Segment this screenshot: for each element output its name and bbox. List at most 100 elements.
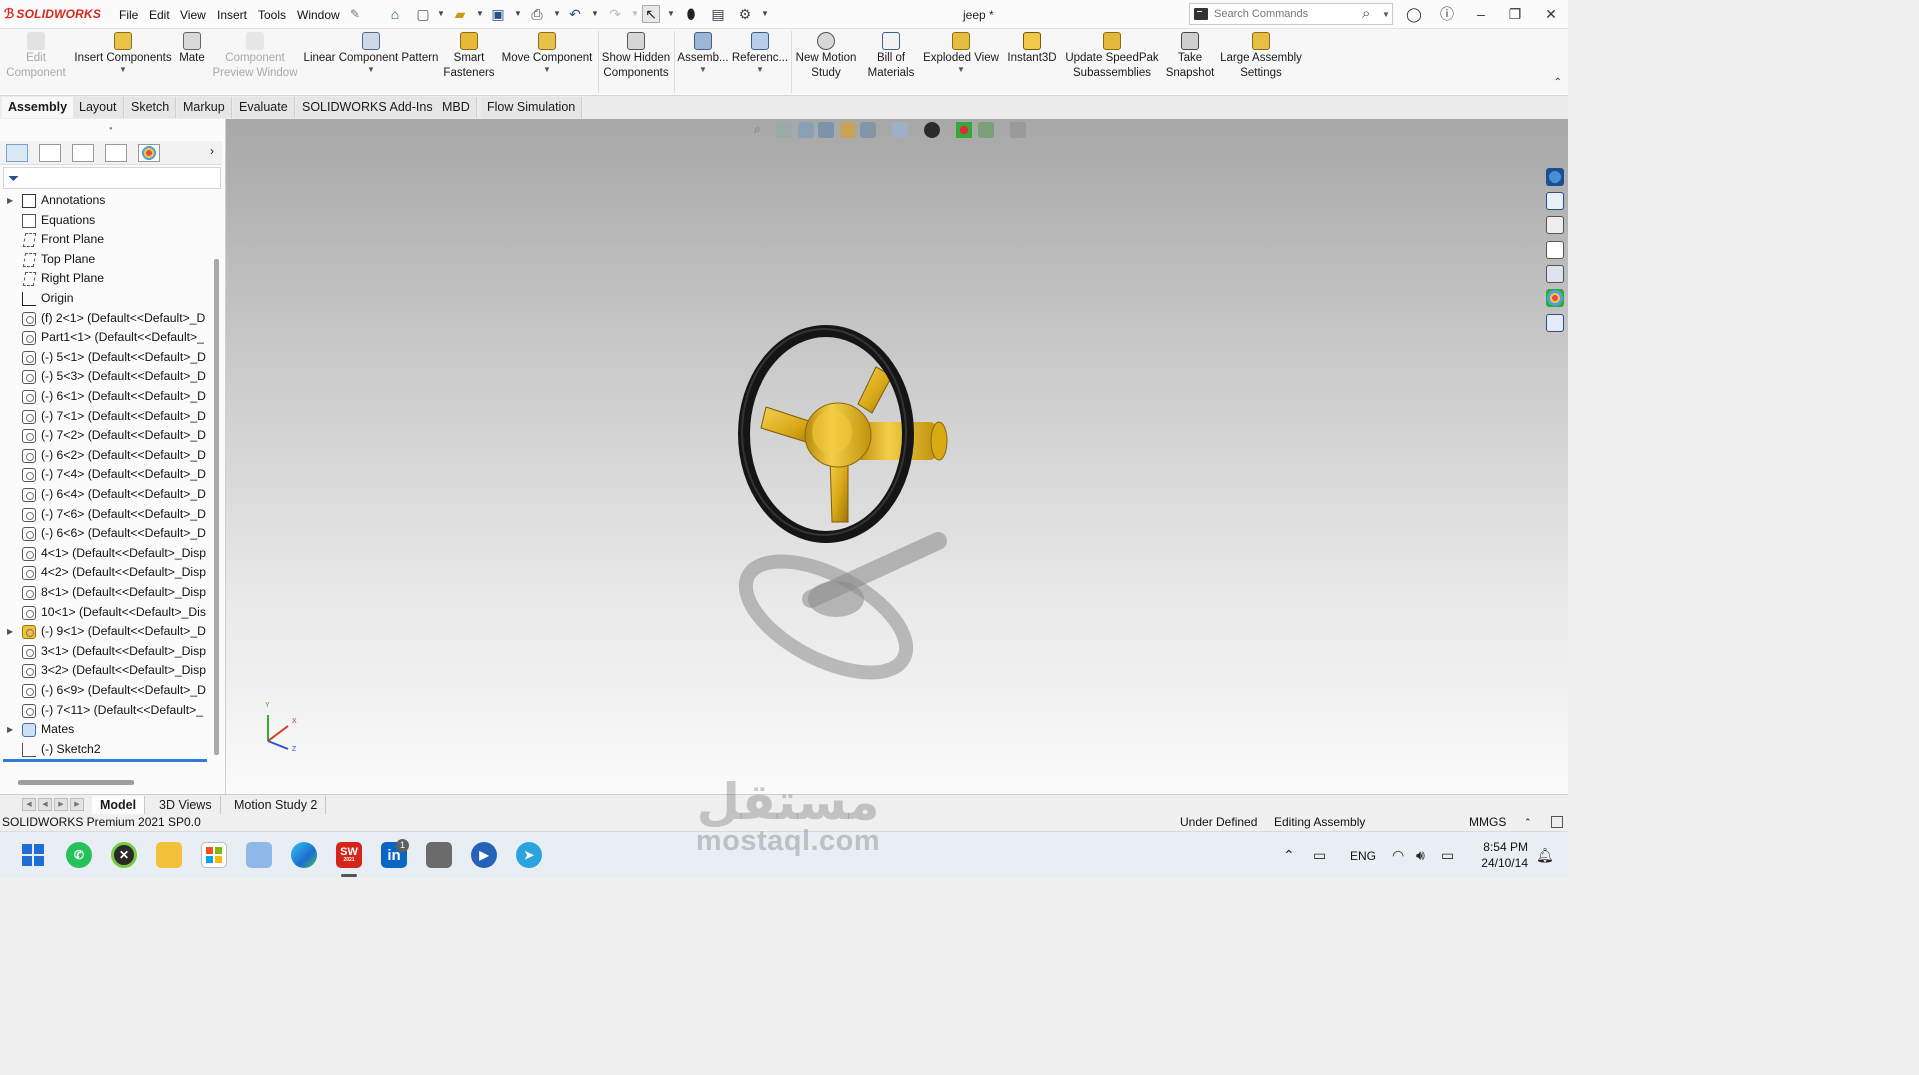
print-caret-icon[interactable]: ▼	[553, 9, 561, 18]
file-properties-icon[interactable]: ▤	[709, 5, 727, 23]
blue-app-icon[interactable]: ▶	[471, 842, 497, 868]
undo-icon[interactable]: ↶	[566, 5, 584, 23]
tree-vertical-scrollbar[interactable]	[214, 259, 219, 755]
redo-caret-icon[interactable]: ▼	[631, 9, 639, 18]
new-document-icon[interactable]: ▢	[414, 5, 432, 23]
tree-item[interactable]: ▶ Mates	[0, 720, 212, 740]
windows-start-icon[interactable]	[20, 842, 46, 868]
tab-motion-study-2[interactable]: Motion Study 2	[226, 796, 327, 814]
appearances-icon[interactable]	[1546, 289, 1564, 307]
undo-caret-icon[interactable]: ▼	[591, 9, 599, 18]
prev-tab-arrow-icon[interactable]: ◀	[38, 798, 52, 811]
tree-item[interactable]: (-) 6<2> (Default<<Default>_D	[0, 446, 212, 466]
tree-item[interactable]: 10<1> (Default<<Default>_Dis	[0, 603, 212, 623]
save-caret-icon[interactable]: ▼	[514, 9, 522, 18]
tree-item[interactable]: 3<2> (Default<<Default>_Disp	[0, 661, 212, 681]
tab-model[interactable]: Model	[92, 796, 146, 814]
notification-bell-icon[interactable]: 🔔︎	[1536, 847, 1554, 864]
home-pane-icon[interactable]	[1546, 192, 1564, 210]
property-manager-tab-icon[interactable]	[39, 144, 61, 162]
tree-item[interactable]: Origin	[0, 289, 212, 309]
expand-arrow-icon[interactable]: ▶	[7, 622, 13, 642]
edit-component-button[interactable]: Edit Component	[4, 32, 68, 81]
reference-geometry-button[interactable]: Referenc... ▼	[731, 32, 789, 74]
tree-item[interactable]: Part1<1> (Default<<Default>_	[0, 328, 212, 348]
whatsapp-icon[interactable]: ✆	[66, 842, 92, 868]
traffic-light-icon[interactable]: ⬮	[682, 5, 700, 23]
tree-item[interactable]: (-) 7<11> (Default<<Default>_	[0, 701, 212, 721]
print-icon[interactable]: ⎙	[528, 5, 546, 23]
select-caret-icon[interactable]: ▼	[667, 9, 675, 18]
feature-manager-tab-icon[interactable]	[6, 144, 28, 162]
menu-view[interactable]: View	[180, 8, 206, 22]
help-icon[interactable]: ⓘ	[1436, 4, 1458, 24]
tab-solidworks-add-ins[interactable]: SOLIDWORKS Add-Ins	[296, 97, 440, 118]
view-palette-icon[interactable]	[1546, 265, 1564, 283]
battery-icon[interactable]: ▭	[1441, 847, 1454, 864]
collapse-ribbon-icon[interactable]: ⌃	[1554, 77, 1562, 88]
tree-item[interactable]: (-) Sketch2	[0, 740, 212, 760]
tree-item[interactable]: (-) 5<3> (Default<<Default>_D	[0, 367, 212, 387]
expand-arrow-icon[interactable]: ▶	[7, 720, 13, 740]
solidworks-logo[interactable]: ℬ SOLIDWORKS	[4, 6, 101, 22]
last-tab-arrow-icon[interactable]: ▶	[70, 798, 84, 811]
tree-item[interactable]: (-) 6<6> (Default<<Default>_D	[0, 524, 212, 544]
wifi-icon[interactable]: ◠	[1392, 847, 1404, 864]
tree-horizontal-scrollbar[interactable]	[18, 780, 134, 785]
tree-item[interactable]: 3<1> (Default<<Default>_Disp	[0, 642, 212, 662]
tree-item[interactable]: (-) 7<6> (Default<<Default>_D	[0, 505, 212, 525]
show-hidden-components-button[interactable]: Show Hidden Components	[600, 32, 672, 81]
tree-item[interactable]: Front Plane	[0, 230, 212, 250]
exploded-view-caret-icon[interactable]: ▼	[922, 66, 1000, 74]
telegram-icon[interactable]: ➤	[516, 842, 542, 868]
tree-item[interactable]: Right Plane	[0, 269, 212, 289]
graphics-area[interactable]: ⌕ Y X Z	[226, 119, 1568, 794]
menu-insert[interactable]: Insert	[217, 8, 247, 22]
open-folder-icon[interactable]: ▰	[451, 5, 469, 23]
menu-edit[interactable]: Edit	[149, 8, 170, 22]
large-assembly-settings-button[interactable]: Large Assembly Settings	[1219, 32, 1303, 81]
photos-icon[interactable]	[246, 842, 272, 868]
search-dropdown-icon[interactable]: ▼	[1382, 10, 1390, 19]
assembly-features-caret-icon[interactable]: ▼	[677, 66, 729, 74]
move-component-caret-icon[interactable]: ▼	[498, 66, 596, 74]
custom-properties-icon[interactable]	[1546, 314, 1564, 332]
insert-components-button[interactable]: Insert Components ▼	[72, 32, 174, 74]
tab-3d-views[interactable]: 3D Views	[151, 796, 221, 814]
tree-item[interactable]: Top Plane	[0, 250, 212, 270]
tree-item[interactable]: (-) 6<4> (Default<<Default>_D	[0, 485, 212, 505]
save-icon[interactable]: ▣	[489, 5, 507, 23]
language-indicator[interactable]: ENG	[1350, 849, 1376, 863]
take-snapshot-button[interactable]: Take Snapshot	[1163, 32, 1217, 81]
display-manager-tab-icon[interactable]	[138, 144, 160, 162]
minimize-button[interactable]: –	[1470, 4, 1492, 24]
new-motion-study-button[interactable]: New Motion Study	[793, 32, 859, 81]
microsoft-store-icon[interactable]	[201, 842, 227, 868]
user-account-icon[interactable]: ◯	[1403, 4, 1425, 24]
tree-filter-box[interactable]: ⏷	[3, 167, 221, 189]
tree-item[interactable]: (-) 7<2> (Default<<Default>_D	[0, 426, 212, 446]
tree-item[interactable]: ▶ (-) 9<1> (Default<<Default>_D	[0, 622, 212, 642]
menu-window[interactable]: Window	[297, 8, 340, 22]
exploded-view-button[interactable]: Exploded View ▼	[922, 32, 1000, 74]
search-input[interactable]	[1214, 6, 1354, 22]
tree-item[interactable]: 8<1> (Default<<Default>_Disp	[0, 583, 212, 603]
redo-icon[interactable]: ↷	[606, 5, 624, 23]
component-preview-window-button[interactable]: Component Preview Window	[210, 32, 300, 81]
tab-assembly[interactable]: Assembly	[2, 97, 75, 118]
new-caret-icon[interactable]: ▼	[437, 9, 445, 18]
search-commands-box[interactable]: ⌕ ▼	[1189, 3, 1393, 25]
bill-of-materials-button[interactable]: Bill of Materials	[862, 32, 920, 81]
dimxpert-tab-icon[interactable]	[105, 144, 127, 162]
tree-item[interactable]: 4<1> (Default<<Default>_Disp	[0, 544, 212, 564]
tree-item[interactable]: (f) 2<1> (Default<<Default>_D	[0, 309, 212, 329]
solidworks-taskbar-icon[interactable]: SW 2021	[336, 842, 362, 868]
home-icon[interactable]: ⌂	[386, 5, 404, 23]
tree-item[interactable]: ▶ Annotations	[0, 191, 212, 211]
assembly-features-button[interactable]: Assemb... ▼	[677, 32, 729, 74]
app-window-icon[interactable]	[426, 842, 452, 868]
taskbar-clock[interactable]: 8:54 PM 24/10/14	[1474, 839, 1528, 871]
magnifier-icon[interactable]: ⌕	[1362, 5, 1370, 22]
design-library-icon[interactable]	[1546, 216, 1564, 234]
expand-arrow-icon[interactable]: ▶	[7, 191, 13, 211]
